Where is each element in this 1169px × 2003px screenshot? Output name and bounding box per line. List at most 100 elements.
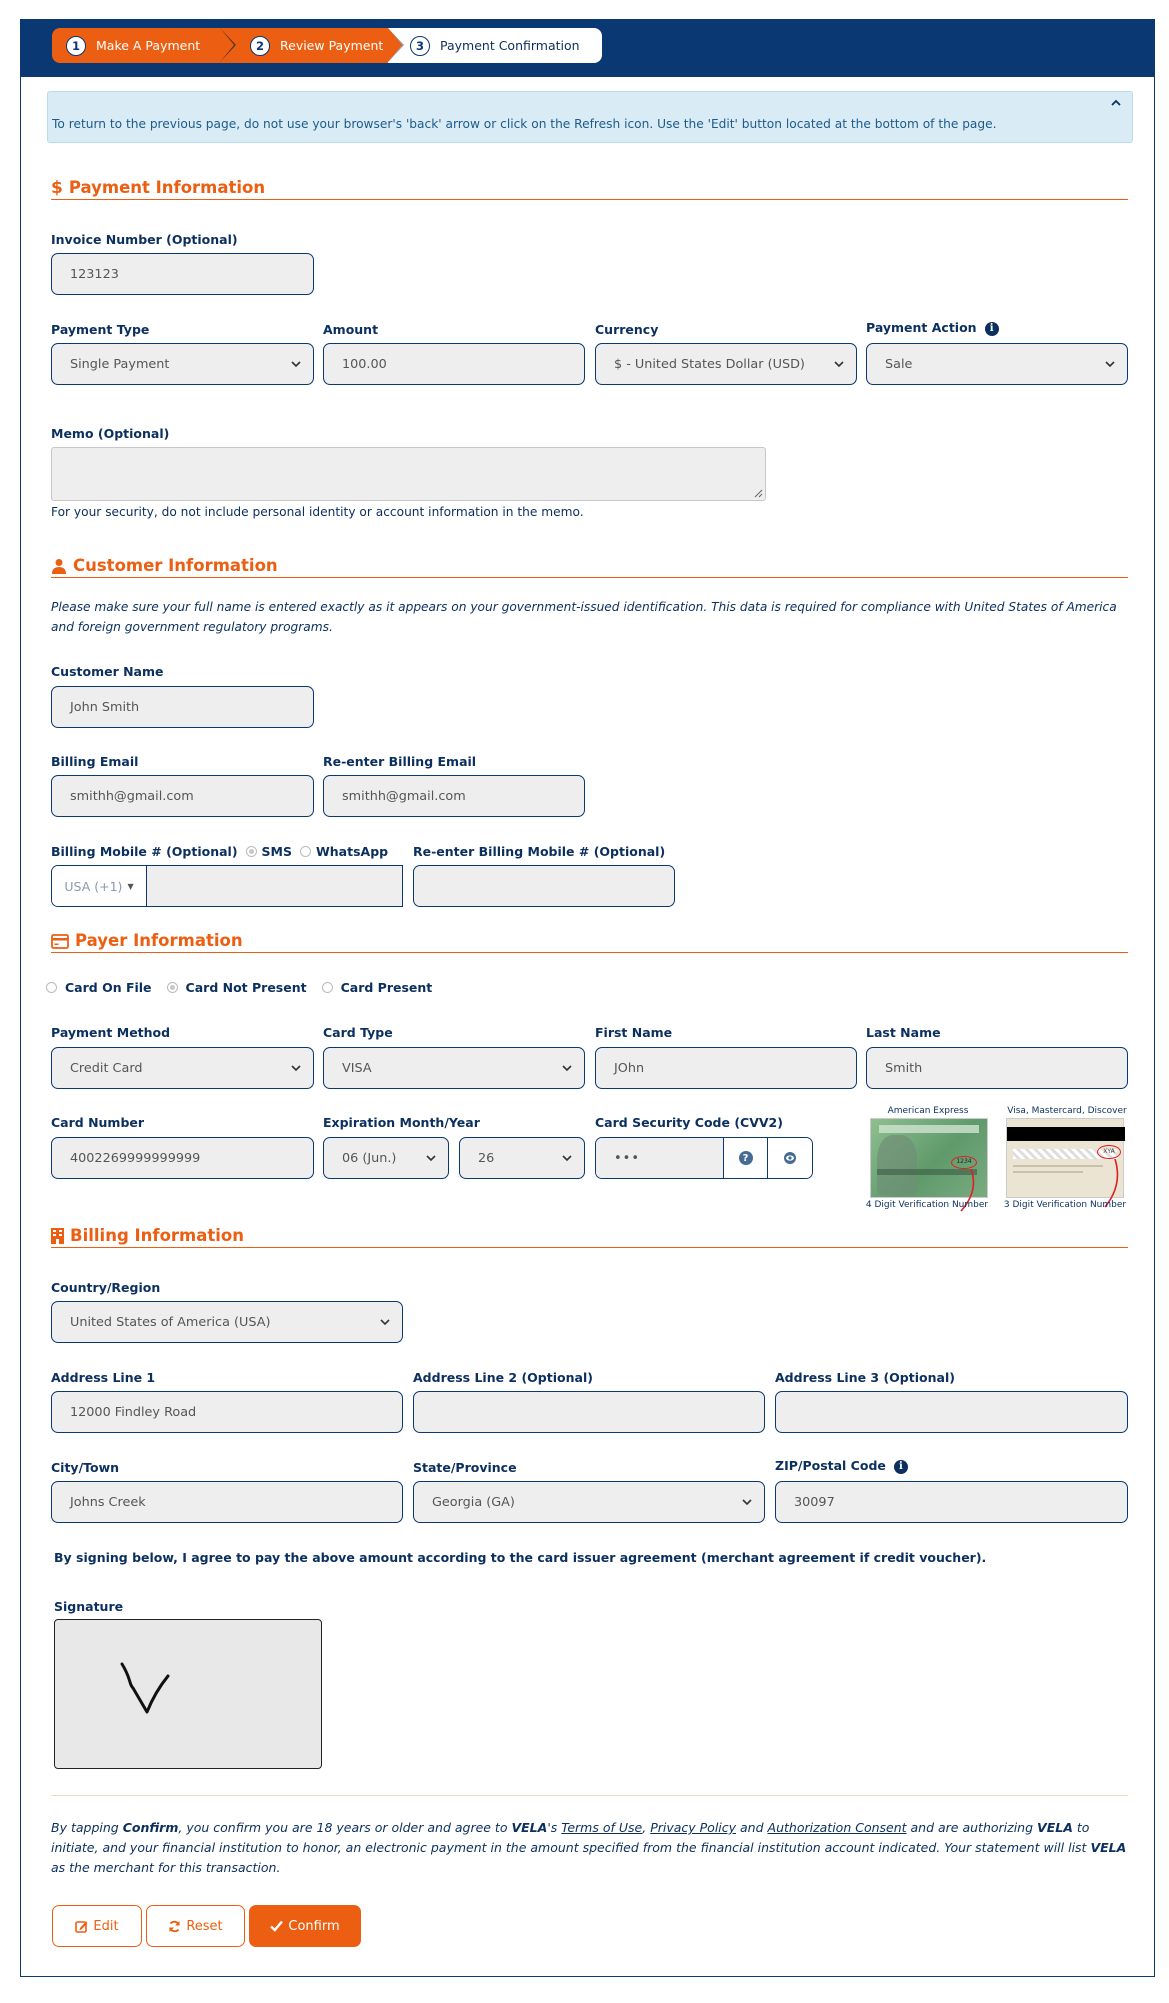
state-select[interactable]: Georgia (GA): [413, 1481, 765, 1523]
progress-steps: 1 Make A Payment 2 Review Payment 3 Paym…: [52, 28, 602, 63]
check-icon: [270, 1920, 284, 1932]
card-present-option[interactable]: Card Present: [321, 980, 432, 995]
info-alert: To return to the previous page, do not u…: [47, 91, 1133, 143]
expiration-month-select[interactable]: 06 (Jun.): [323, 1137, 449, 1179]
info-icon[interactable]: i: [984, 321, 999, 336]
visa-title: Visa, Mastercard, Discover: [1007, 1106, 1127, 1116]
customer-name-input[interactable]: John Smith: [51, 686, 314, 728]
step-label: Make A Payment: [96, 38, 201, 53]
card-number-input[interactable]: 4002269999999999: [51, 1137, 314, 1179]
confirm-button[interactable]: Confirm: [249, 1905, 361, 1947]
credit-card-icon: [51, 931, 69, 951]
payment-action-select[interactable]: Sale: [866, 343, 1128, 385]
currency-select[interactable]: $ - United States Dollar (USD): [595, 343, 857, 385]
cvv-help-button[interactable]: ?: [724, 1138, 768, 1178]
radio[interactable]: [46, 982, 57, 993]
billing-mobile-label-row: Billing Mobile # (Optional) SMS WhatsApp: [51, 844, 389, 859]
chevron-down-icon: [834, 361, 844, 368]
resize-handle-icon[interactable]: [753, 488, 763, 498]
billing-mobile-input[interactable]: [147, 866, 402, 906]
zip-input[interactable]: 30097: [775, 1481, 1128, 1523]
card-not-present-option[interactable]: Card Not Present: [166, 980, 307, 995]
card-type-select[interactable]: VISA: [323, 1047, 585, 1089]
address3-input[interactable]: [775, 1391, 1128, 1433]
show-cvv-button[interactable]: [768, 1138, 812, 1178]
city-input[interactable]: Johns Creek: [51, 1481, 403, 1523]
reenter-email-input[interactable]: smithh@gmail.com: [323, 775, 585, 817]
first-name-input[interactable]: JOhn: [595, 1047, 857, 1089]
authorization-consent-link[interactable]: Authorization Consent: [768, 1820, 907, 1835]
step-make-payment: 1 Make A Payment: [52, 28, 236, 63]
first-name-label: First Name: [595, 1025, 673, 1040]
reset-button[interactable]: Reset: [146, 1905, 245, 1947]
billing-email-input[interactable]: smithh@gmail.com: [51, 775, 314, 817]
customer-name-notice: Please make sure your full name is enter…: [51, 600, 1117, 634]
section-divider: [51, 1795, 1128, 1796]
customer-name-label: Customer Name: [51, 664, 164, 679]
country-code-dropdown[interactable]: USA (+1) ▼: [52, 866, 147, 906]
card-type-label: Card Type: [323, 1025, 393, 1040]
country-select[interactable]: United States of America (USA): [51, 1301, 403, 1343]
state-label: State/Province: [413, 1460, 517, 1475]
dollar-icon: $: [51, 178, 63, 198]
reenter-mobile-label: Re-enter Billing Mobile # (Optional): [413, 844, 666, 859]
user-icon: [51, 556, 67, 576]
last-name-input[interactable]: Smith: [866, 1047, 1128, 1089]
chevron-up-icon[interactable]: [1110, 96, 1122, 112]
amex-title: American Express: [887, 1106, 969, 1116]
payment-type-select[interactable]: Single Payment: [51, 343, 314, 385]
terms-of-use-link[interactable]: Terms of Use: [561, 1820, 642, 1835]
address2-label: Address Line 2 (Optional): [413, 1370, 593, 1385]
chevron-down-icon: [291, 361, 301, 368]
card-on-file-option[interactable]: Card On File: [46, 980, 152, 995]
memo-textarea[interactable]: [51, 447, 766, 501]
amex-card-image: 1234: [870, 1118, 988, 1212]
currency-label: Currency: [595, 322, 659, 337]
cvv-input[interactable]: •••: [596, 1138, 724, 1178]
card-number-label: Card Number: [51, 1115, 145, 1130]
payer-information-heading: Payer Information: [51, 931, 1128, 953]
signature-pad[interactable]: [54, 1619, 322, 1769]
edit-button[interactable]: Edit: [52, 1905, 142, 1947]
signature-label: Signature: [54, 1599, 124, 1614]
address1-label: Address Line 1: [51, 1370, 156, 1385]
address2-input[interactable]: [413, 1391, 765, 1433]
chevron-down-icon: [380, 1319, 390, 1326]
step-number: 3: [410, 35, 430, 56]
whatsapp-radio[interactable]: [299, 846, 311, 857]
cvv-group: ••• ?: [595, 1137, 813, 1179]
expiration-year-select[interactable]: 26: [459, 1137, 585, 1179]
reenter-mobile-input[interactable]: [413, 865, 675, 907]
chevron-down-icon: [742, 1499, 752, 1506]
memo-help-text: For your security, do not include person…: [51, 505, 584, 519]
invoice-number-input[interactable]: 123123: [51, 253, 314, 295]
visa-caption: 3 Digit Verification Number: [1003, 1200, 1127, 1210]
legal-disclaimer: By tapping Confirm, you confirm you are …: [51, 1820, 1127, 1875]
radio[interactable]: [166, 982, 178, 993]
amount-input[interactable]: 100.00: [323, 343, 585, 385]
amount-label: Amount: [323, 322, 379, 337]
radio[interactable]: [321, 982, 333, 993]
sms-radio[interactable]: [245, 846, 257, 857]
step-review-payment: 2 Review Payment: [220, 28, 404, 63]
country-label: Country/Region: [51, 1280, 161, 1295]
signature-stroke: [120, 1662, 170, 1714]
chevron-down-icon: [426, 1155, 436, 1162]
step-number: 1: [66, 35, 86, 56]
privacy-policy-link[interactable]: Privacy Policy: [650, 1820, 736, 1835]
payment-method-select[interactable]: Credit Card: [51, 1047, 314, 1089]
building-icon: [51, 1226, 64, 1246]
address1-input[interactable]: 12000 Findley Road: [51, 1391, 403, 1433]
payment-information-heading: $ Payment Information: [51, 178, 1128, 200]
chevron-down-icon: [562, 1155, 572, 1162]
customer-information-heading: Customer Information: [51, 556, 1128, 578]
eye-icon: [784, 1152, 796, 1164]
payment-method-label: Payment Method: [51, 1025, 171, 1040]
caret-down-icon: ▼: [127, 881, 134, 891]
expiration-label: Expiration Month/Year: [323, 1115, 480, 1130]
chevron-down-icon: [291, 1065, 301, 1072]
payment-type-label: Payment Type: [51, 322, 150, 337]
alert-text: To return to the previous page, do not u…: [52, 117, 997, 131]
step-payment-confirmation: 3 Payment Confirmation: [388, 28, 602, 63]
info-icon[interactable]: i: [893, 1459, 908, 1474]
